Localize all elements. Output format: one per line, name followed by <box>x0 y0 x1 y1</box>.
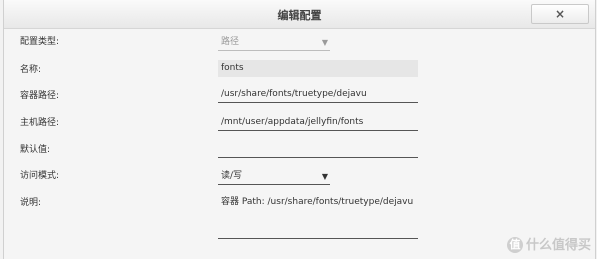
close-button[interactable]: × <box>531 4 589 24</box>
dialog-titlebar: 编辑配置 × <box>4 0 595 29</box>
edit-config-dialog: 编辑配置 × 配置类型: 路径 ▼ 名称: fonts 容器路径: /usr/s… <box>3 0 596 259</box>
config-type-label: 配置类型: <box>20 37 60 47</box>
access-mode-label: 访问模式: <box>20 171 60 181</box>
access-mode-value: 读/写 <box>221 171 243 181</box>
chevron-down-icon: ▼ <box>321 172 328 181</box>
description-label: 说明: <box>20 198 42 208</box>
watermark-logo-icon: 值 <box>506 237 523 253</box>
name-field[interactable]: fonts <box>218 60 418 77</box>
chevron-down-icon: ▼ <box>321 38 328 47</box>
default-value-label: 默认值: <box>20 145 51 155</box>
container-path-field[interactable]: /usr/share/fonts/truetype/dejavu <box>218 86 418 103</box>
watermark: 值什么值得买 <box>506 234 591 253</box>
default-value-field[interactable] <box>218 141 418 158</box>
dialog-title: 编辑配置 <box>277 9 322 22</box>
container-path-label: 容器路径: <box>20 91 60 101</box>
description-field[interactable]: 容器 Path: /usr/share/fonts/truetype/dejav… <box>218 193 418 239</box>
name-label: 名称: <box>20 65 42 75</box>
config-type-select[interactable]: 路径 ▼ <box>218 34 330 51</box>
config-type-value: 路径 <box>221 37 240 47</box>
close-icon: × <box>554 7 566 21</box>
watermark-text: 什么值得买 <box>525 237 591 253</box>
host-path-field[interactable]: /mnt/user/appdata/jellyfin/fonts <box>218 114 418 131</box>
host-path-label: 主机路径: <box>20 118 60 128</box>
access-mode-select[interactable]: 读/写 ▼ <box>218 168 330 185</box>
